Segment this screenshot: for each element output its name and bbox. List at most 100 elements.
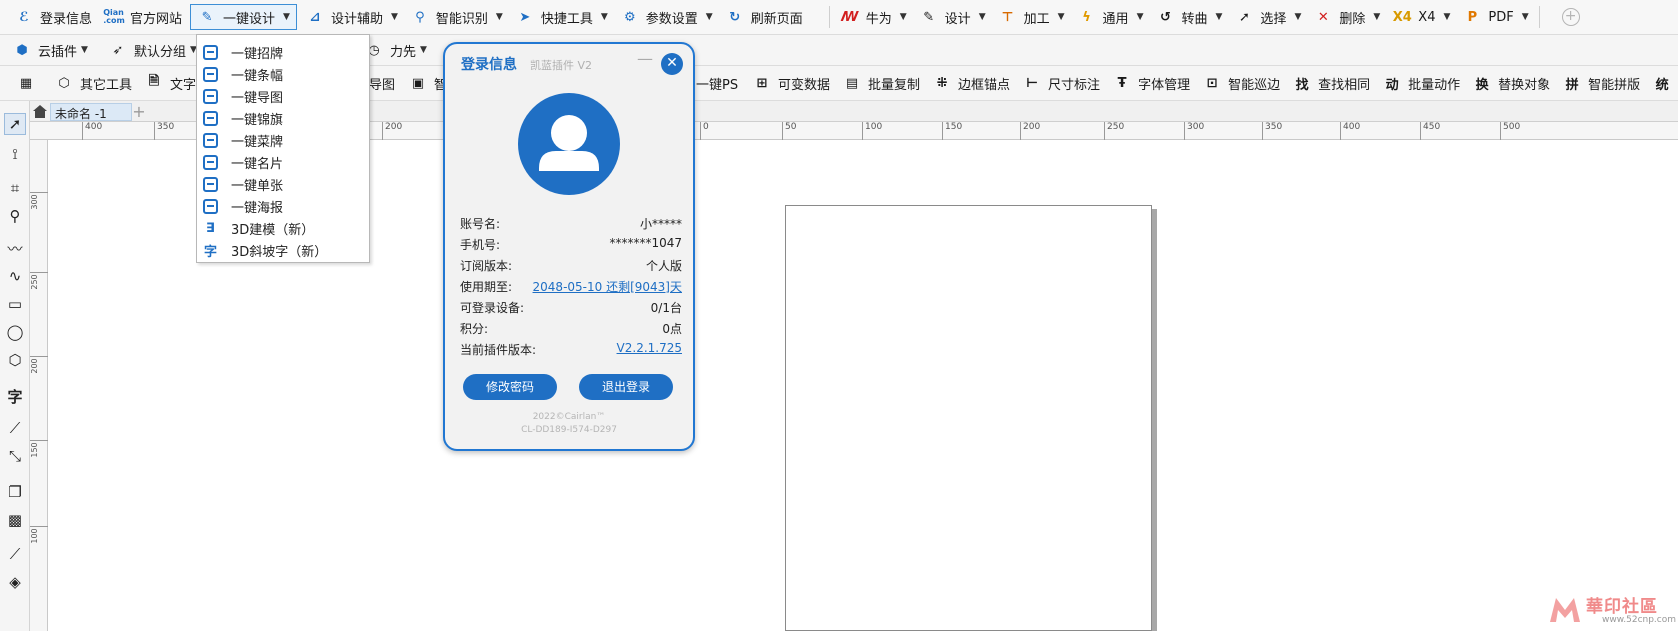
menu-item[interactable]: ∃ 3D建模（新） xyxy=(197,217,369,239)
change-password-button[interactable]: 修改密码 xyxy=(463,374,557,400)
group-icon: ➶ xyxy=(112,42,124,58)
refresh-page-button[interactable]: ↻ 刷新页面 xyxy=(719,0,809,34)
process-menu-button[interactable]: ⊤ 加工 ▼ xyxy=(992,0,1071,34)
border-anchor-button[interactable]: ⁜ 边框锚点 xyxy=(926,66,1016,100)
user-icon xyxy=(539,115,599,171)
crop-tool-icon[interactable]: ⌗ xyxy=(4,177,26,199)
menu-item[interactable]: 字 3D斜坡字（新） xyxy=(197,239,369,261)
replace-object-label: 替换对象 xyxy=(1498,77,1551,93)
vertical-ruler: 300 250 200 150 100 xyxy=(30,140,48,631)
default-group-label: 默认分组 xyxy=(133,44,186,60)
info-link[interactable]: V2.2.1.725 xyxy=(617,341,682,362)
quick-tools-button[interactable]: ➤ 快捷工具 ▼ xyxy=(509,0,614,34)
select-menu-button[interactable]: ➚ 选择 ▼ xyxy=(1228,0,1307,34)
text-tool-icon[interactable]: 字 xyxy=(4,385,26,407)
general-menu-button[interactable]: ϟ 通用 ▼ xyxy=(1071,0,1150,34)
smart-imposition-button[interactable]: 拼 智能拼版 xyxy=(1556,66,1646,100)
ruler-tick-label: 300 xyxy=(30,194,39,210)
menu-item-label: 3D斜坡字（新） xyxy=(231,244,328,260)
font-manager-button[interactable]: Ŧ 字体管理 xyxy=(1106,66,1196,100)
cube-icon: ⬡ xyxy=(58,75,70,91)
design-menu-button[interactable]: ✎ 设计 ▼ xyxy=(913,0,992,34)
logout-button[interactable]: 退出登录 xyxy=(579,374,673,400)
dimension-tool-icon[interactable]: ⟋ xyxy=(4,417,26,439)
delete-menu-button[interactable]: ✕ 删除 ▼ xyxy=(1307,0,1386,34)
other-tools-button[interactable]: ⬡ 其它工具 xyxy=(48,66,138,100)
ruler-tick-label: 200 xyxy=(30,358,39,374)
select-tool-icon[interactable]: ➚ xyxy=(4,113,26,135)
menu-item[interactable]: 一键导图 xyxy=(197,85,369,107)
login-icon: ℰ xyxy=(19,9,29,25)
fill-tool-icon[interactable]: ◈ xyxy=(4,571,26,593)
menu-item[interactable]: 一键招牌 xyxy=(197,41,369,63)
info-link[interactable]: 2048-05-10 还剩[9043]天 xyxy=(533,278,682,299)
chevron-down-icon: ▼ xyxy=(1294,12,1302,22)
menu-item-label: 一键名片 xyxy=(231,156,284,172)
chevron-down-icon: ▼ xyxy=(1057,12,1065,22)
menu-item[interactable]: 一键锦旗 xyxy=(197,107,369,129)
freehand-tool-icon[interactable]: 〰 xyxy=(4,237,26,259)
dimension-button[interactable]: ⊢ 尺寸标注 xyxy=(1016,66,1106,100)
find-prefix-icon: 找 xyxy=(1295,77,1309,93)
ellipse-tool-icon[interactable]: ◯ xyxy=(4,321,26,343)
menu-item[interactable]: 一键条幅 xyxy=(197,63,369,85)
ruler-tick-label: 200 xyxy=(382,122,402,140)
one-click-ps-label: 一键PS xyxy=(696,77,739,93)
tab-label: 未命名 -1 xyxy=(55,107,107,121)
cursor-icon: ➤ xyxy=(519,9,531,25)
pdf-menu-button[interactable]: P PDF ▼ xyxy=(1456,0,1534,34)
add-tab-button[interactable]: + xyxy=(130,103,148,121)
official-website-button[interactable]: Qian .com 官方网站 xyxy=(98,0,188,34)
rectangle-tool-icon[interactable]: ▭ xyxy=(4,293,26,315)
zoom-tool-icon[interactable]: ⚲ xyxy=(4,205,26,227)
connector-tool-icon[interactable]: ⤡ xyxy=(4,445,26,467)
menu-item[interactable]: 一键海报 xyxy=(197,195,369,217)
menu-item[interactable]: 一键单张 xyxy=(197,173,369,195)
batch-copy-button[interactable]: ▤ 批量复制 xyxy=(836,66,926,100)
add-toolbar-icon[interactable]: + xyxy=(1561,8,1580,26)
eyedropper-tool-icon[interactable]: ⟋ xyxy=(4,543,26,565)
minimize-button[interactable]: — xyxy=(637,49,653,68)
transparency-tool-icon[interactable]: ▩ xyxy=(4,509,26,531)
login-info-button[interactable]: ℰ 登录信息 xyxy=(0,0,98,34)
shadow-tool-icon[interactable]: ❐ xyxy=(4,481,26,503)
artistic-media-icon[interactable]: ∿ xyxy=(4,265,26,287)
replace-object-button[interactable]: 换 替换对象 xyxy=(1466,66,1556,100)
node-tool-icon[interactable]: ⟟ xyxy=(4,143,26,165)
smart-recognize-button[interactable]: ⚲ 智能识别 ▼ xyxy=(404,0,509,34)
parameter-settings-button[interactable]: ⚙ 参数设置 ▼ xyxy=(614,0,719,34)
smart-trace-button[interactable]: ⊡ 智能巡边 xyxy=(1196,66,1286,100)
convert-curve-button[interactable]: ↺ 转曲 ▼ xyxy=(1149,0,1228,34)
qr-tool-button[interactable]: ▦ xyxy=(0,66,48,100)
x4-menu-button[interactable]: X4 X4 ▼ xyxy=(1386,0,1456,34)
menu-item[interactable]: 一键菜牌 xyxy=(197,129,369,151)
menu-item[interactable]: 一键名片 xyxy=(197,151,369,173)
variable-data-button[interactable]: ⊞ 可变数据 xyxy=(746,66,836,100)
banner-icon xyxy=(203,66,218,82)
official-website-label: 官方网站 xyxy=(130,11,183,27)
other-tools-label: 其它工具 xyxy=(80,77,133,93)
home-icon[interactable] xyxy=(32,104,48,119)
tab-untitled-document[interactable]: 未命名 -1 xyxy=(50,103,132,121)
find-same-button[interactable]: 找 查找相同 xyxy=(1286,66,1376,100)
niuwei-button[interactable]: ꟿ 牛为 ▼ xyxy=(834,0,913,34)
watermark-url: www.52cnp.com xyxy=(1602,615,1677,625)
cloud-plugin-button[interactable]: ⬢ 云插件 ▼ xyxy=(0,35,94,65)
unify-button[interactable]: 统 统 xyxy=(1646,66,1678,100)
polygon-tool-icon[interactable]: ⬡ xyxy=(4,349,26,371)
chevron-down-icon: ▼ xyxy=(390,12,398,22)
toolbox: ➚ ⟟ ⌗ ⚲ 〰 ∿ ▭ ◯ ⬡ 字 ⟋ ⤡ ❐ ▩ ⟋ ◈ xyxy=(0,101,30,631)
one-click-ps-button[interactable]: 一键PS xyxy=(690,66,744,100)
document-page[interactable] xyxy=(785,205,1152,631)
one-click-design-button[interactable]: ✎ 一键设计 ▼ xyxy=(190,4,297,30)
close-button[interactable]: ✕ xyxy=(661,53,683,75)
main-toolbar: ℰ 登录信息 Qian .com 官方网站 ✎ 一键设计 ▼ ⊿ 设计辅助 ▼ ⚲… xyxy=(0,0,1678,35)
account-info: 账号名: 小***** 手机号: *******1047 订阅版本: 个人版 使用期至: 20… xyxy=(460,215,682,362)
batch-action-button[interactable]: 动 批量动作 xyxy=(1376,66,1466,100)
avatar xyxy=(518,93,620,195)
default-group-button[interactable]: ➶ 默认分组 ▼ xyxy=(102,35,203,65)
design-assist-button[interactable]: ⊿ 设计辅助 ▼ xyxy=(299,0,404,34)
design-assist-label: 设计辅助 xyxy=(330,11,383,27)
ruler-tick-label: 150 xyxy=(30,442,39,458)
curve-icon: ↺ xyxy=(1160,9,1171,25)
